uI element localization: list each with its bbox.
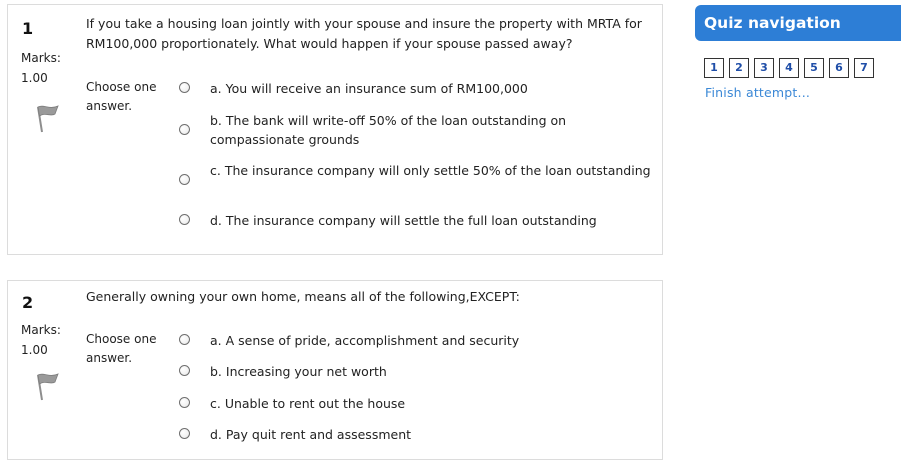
quiz-navigation-header: Quiz navigation: [695, 5, 901, 41]
marks-label: Marks:: [21, 51, 61, 65]
radio-button[interactable]: [179, 214, 190, 225]
radio-button[interactable]: [179, 174, 190, 185]
option-label[interactable]: d. Pay quit rent and assessment: [210, 425, 652, 444]
option-label[interactable]: d. The insurance company will settle the…: [210, 211, 652, 230]
question-number: 1: [22, 19, 34, 38]
quiz-navigation-pages: 1 2 3 4 5 6 7: [704, 58, 879, 78]
radio-button[interactable]: [179, 124, 190, 135]
option-label[interactable]: c. Unable to rent out the house: [210, 394, 652, 413]
option-label[interactable]: a. A sense of pride, accomplishment and …: [210, 331, 652, 350]
option-label[interactable]: b. The bank will write-off 50% of the lo…: [210, 111, 652, 149]
nav-page-6[interactable]: 6: [829, 58, 849, 78]
flag-icon[interactable]: [30, 369, 64, 403]
nav-page-3[interactable]: 3: [754, 58, 774, 78]
radio-button[interactable]: [179, 82, 190, 93]
option-label[interactable]: c. The insurance company will only settl…: [210, 161, 652, 180]
option-label[interactable]: b. Increasing your net worth: [210, 362, 652, 381]
choose-one-prompt: Choose one answer.: [86, 332, 157, 365]
nav-page-4[interactable]: 4: [779, 58, 799, 78]
nav-page-7[interactable]: 7: [854, 58, 874, 78]
question-text: If you take a housing loan jointly with …: [86, 16, 642, 51]
marks-value: 1.00: [21, 71, 48, 85]
question-1: 1 Marks: 1.00 If you take a housing loan…: [7, 4, 663, 255]
radio-button[interactable]: [179, 334, 190, 345]
nav-page-1[interactable]: 1: [704, 58, 724, 78]
radio-button[interactable]: [179, 397, 190, 408]
nav-page-2[interactable]: 2: [729, 58, 749, 78]
question-2: 2 Marks: 1.00 Generally owning your own …: [7, 280, 663, 460]
nav-page-5[interactable]: 5: [804, 58, 824, 78]
flag-icon[interactable]: [30, 101, 64, 135]
marks-value: 1.00: [21, 343, 48, 357]
option-label[interactable]: a. You will receive an insurance sum of …: [210, 79, 652, 98]
finish-attempt-link[interactable]: Finish attempt...: [705, 85, 810, 100]
question-number: 2: [22, 293, 34, 312]
marks-label: Marks:: [21, 323, 61, 337]
radio-button[interactable]: [179, 365, 190, 376]
choose-one-prompt: Choose one answer.: [86, 80, 157, 113]
question-text: Generally owning your own home, means al…: [86, 289, 520, 304]
radio-button[interactable]: [179, 428, 190, 439]
